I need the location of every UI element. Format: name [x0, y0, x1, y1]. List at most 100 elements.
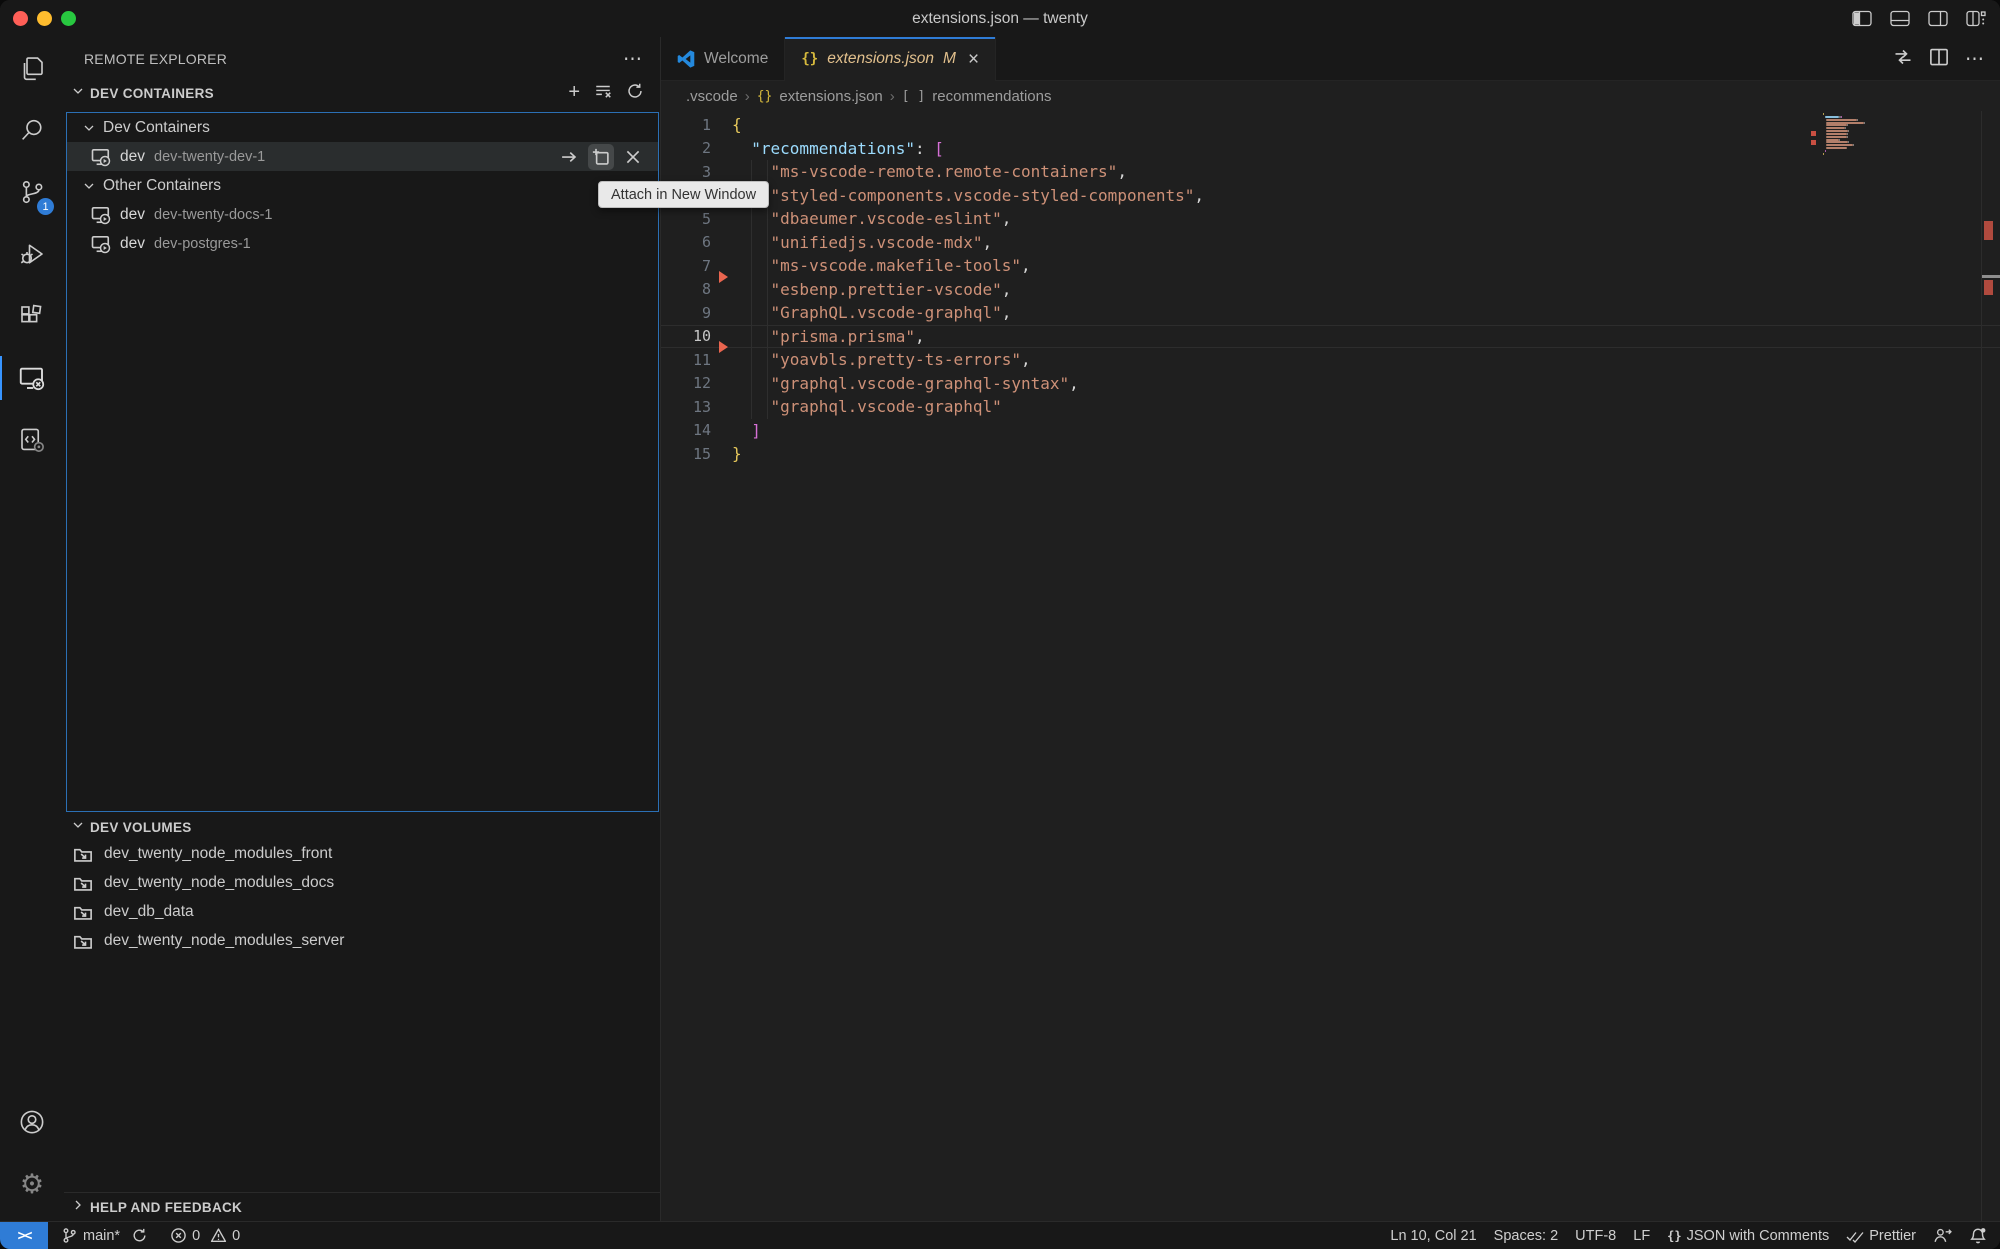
code-line-6[interactable]: 6 "unifiedjs.vscode-mdx", — [661, 231, 2000, 255]
dev-containers-section-header[interactable]: DEV CONTAINERS + — [64, 81, 660, 105]
volume-name: dev_twenty_node_modules_front — [104, 845, 332, 863]
source-control-icon[interactable]: 1 — [0, 161, 64, 223]
customize-layout-icon[interactable] — [1966, 10, 1986, 27]
code-line-12[interactable]: 12 "graphql.vscode-graphql-syntax", — [661, 372, 2000, 396]
code-line-2[interactable]: 2 "recommendations": [ — [661, 137, 2000, 161]
chevron-right-icon — [70, 1197, 86, 1218]
overview-ruler-scrollbar[interactable] — [1981, 111, 2000, 1221]
extensions-icon[interactable] — [0, 285, 64, 347]
split-editor-icon[interactable] — [1929, 47, 1949, 72]
volume-row[interactable]: dev_db_data — [64, 897, 660, 926]
language-mode-status[interactable]: {} JSON with Comments — [1660, 1228, 1836, 1244]
code-editor[interactable]: 1{2 "recommendations": [3 "ms-vscode-rem… — [661, 111, 2000, 1221]
attach-in-new-window-icon[interactable] — [588, 144, 614, 170]
line-number: 6 — [661, 233, 732, 251]
line-number: 15 — [661, 445, 732, 463]
container-row-dev-twenty-docs-1[interactable]: dev dev-twenty-docs-1 — [67, 200, 658, 229]
volume-icon — [73, 844, 93, 864]
chevron-down-icon — [70, 83, 86, 104]
accounts-icon[interactable] — [0, 1091, 64, 1153]
line-number: 2 — [661, 139, 732, 157]
warnings-icon — [210, 1227, 227, 1244]
sidebar-title: REMOTE EXPLORER — [84, 51, 623, 67]
code-line-8[interactable]: 8 "esbenp.prettier-vscode", — [661, 278, 2000, 302]
git-branch-icon — [61, 1227, 78, 1244]
container-row-dev-twenty-dev-1[interactable]: dev dev-twenty-dev-1 — [67, 142, 658, 171]
vscode-logo-icon — [677, 50, 695, 68]
dev-volumes-section-header[interactable]: DEV VOLUMES — [64, 815, 660, 839]
code-line-3[interactable]: 3 "ms-vscode-remote.remote-containers", — [661, 160, 2000, 184]
open-changes-icon[interactable] — [1893, 47, 1913, 72]
help-feedback-section-header[interactable]: HELP AND FEEDBACK — [64, 1192, 660, 1221]
container-name: dev — [120, 206, 145, 224]
cursor-position-status[interactable]: Ln 10, Col 21 — [1383, 1228, 1483, 1244]
volume-row[interactable]: dev_twenty_node_modules_docs — [64, 868, 660, 897]
toggle-panel-icon[interactable] — [1890, 10, 1910, 27]
more-actions-icon[interactable]: ⋯ — [1965, 48, 1984, 71]
volume-row[interactable]: dev_twenty_node_modules_front — [64, 839, 660, 868]
git-branch-status[interactable]: main* — [54, 1222, 155, 1249]
breadcrumb-symbol[interactable]: recommendations — [932, 88, 1051, 105]
eol-label: LF — [1633, 1228, 1650, 1244]
code-line-10[interactable]: 10 "prisma.prisma", — [661, 325, 2000, 349]
chevron-down-icon — [81, 178, 97, 194]
problems-status[interactable]: 0 0 — [163, 1222, 247, 1249]
volume-row[interactable]: dev_twenty_node_modules_server — [64, 926, 660, 955]
indentation-status[interactable]: Spaces: 2 — [1487, 1228, 1566, 1244]
volume-icon — [73, 873, 93, 893]
encoding-status[interactable]: UTF-8 — [1568, 1228, 1623, 1244]
notifications-bell-icon[interactable] — [1962, 1227, 1994, 1245]
code-line-5[interactable]: 5 "dbaeumer.vscode-eslint", — [661, 207, 2000, 231]
code-line-1[interactable]: 1{ — [661, 113, 2000, 137]
tab-welcome[interactable]: Welcome — [661, 37, 785, 81]
formatter-status[interactable]: Prettier — [1839, 1228, 1923, 1244]
eol-status[interactable]: LF — [1626, 1228, 1657, 1244]
breadcrumb: .vscode › {} extensions.json › [ ] recom… — [661, 81, 2000, 111]
attach-to-container-icon[interactable] — [556, 144, 582, 170]
code-line-4[interactable]: 4 "styled-components.vscode-styled-compo… — [661, 184, 2000, 208]
refresh-icon[interactable] — [626, 82, 644, 105]
tab-close-icon[interactable]: × — [968, 50, 979, 69]
code-lines[interactable]: 1{2 "recommendations": [3 "ms-vscode-rem… — [661, 111, 2000, 466]
code-line-13[interactable]: 13 "graphql.vscode-graphql" — [661, 395, 2000, 419]
run-debug-icon[interactable] — [0, 223, 64, 285]
toggle-secondary-sidebar-icon[interactable] — [1928, 10, 1948, 27]
tree-group-other-containers[interactable]: Other Containers — [67, 171, 658, 200]
remote-explorer-icon[interactable] — [0, 347, 64, 409]
tree-group-dev-containers[interactable]: Dev Containers — [67, 113, 658, 142]
sidebar-more-actions-icon[interactable]: ⋯ — [623, 50, 642, 69]
close-window-button[interactable] — [13, 11, 28, 26]
container-row-actions — [556, 144, 658, 170]
code-line-7[interactable]: 7 "ms-vscode.makefile-tools", — [661, 254, 2000, 278]
code-line-15[interactable]: 15} — [661, 442, 2000, 466]
workbench: 1 ⚙ — [0, 37, 2000, 1221]
code-line-11[interactable]: 11 "yoavbls.pretty-ts-errors", — [661, 348, 2000, 372]
tab-extensions-json[interactable]: {} extensions.json M × — [785, 37, 996, 81]
activity-bar: 1 ⚙ — [0, 37, 64, 1221]
code-line-14[interactable]: 14 ] — [661, 419, 2000, 443]
zoom-window-button[interactable] — [61, 11, 76, 26]
toggle-primary-sidebar-icon[interactable] — [1852, 10, 1872, 27]
remote-indicator[interactable]: >< — [0, 1222, 48, 1249]
indentation-label: Spaces: 2 — [1494, 1228, 1559, 1244]
minimap[interactable] — [1809, 113, 1981, 333]
volume-icon — [73, 902, 93, 922]
git-branch-label: main* — [83, 1228, 120, 1244]
dev-containers-section-actions: + — [568, 82, 644, 105]
settings-gear-icon[interactable]: ⚙ — [0, 1153, 64, 1215]
code-line-9[interactable]: 9 "GraphQL.vscode-graphql", — [661, 301, 2000, 325]
layout-controls — [1852, 0, 1986, 37]
minimize-window-button[interactable] — [37, 11, 52, 26]
explorer-icon[interactable] — [0, 37, 64, 99]
remove-container-icon[interactable] — [620, 144, 646, 170]
new-container-icon[interactable]: + — [568, 82, 580, 102]
feedback-icon[interactable] — [1926, 1227, 1959, 1244]
dev-containers-icon[interactable] — [0, 409, 64, 471]
array-symbol-icon: [ ] — [902, 89, 925, 104]
clean-containers-icon[interactable] — [594, 82, 612, 105]
breadcrumb-file[interactable]: extensions.json — [779, 88, 882, 105]
search-icon[interactable] — [0, 99, 64, 161]
braces-icon: {} — [1667, 1229, 1681, 1243]
container-row-dev-postgres-1[interactable]: dev dev-postgres-1 — [67, 229, 658, 258]
breadcrumb-folder[interactable]: .vscode — [686, 88, 738, 105]
